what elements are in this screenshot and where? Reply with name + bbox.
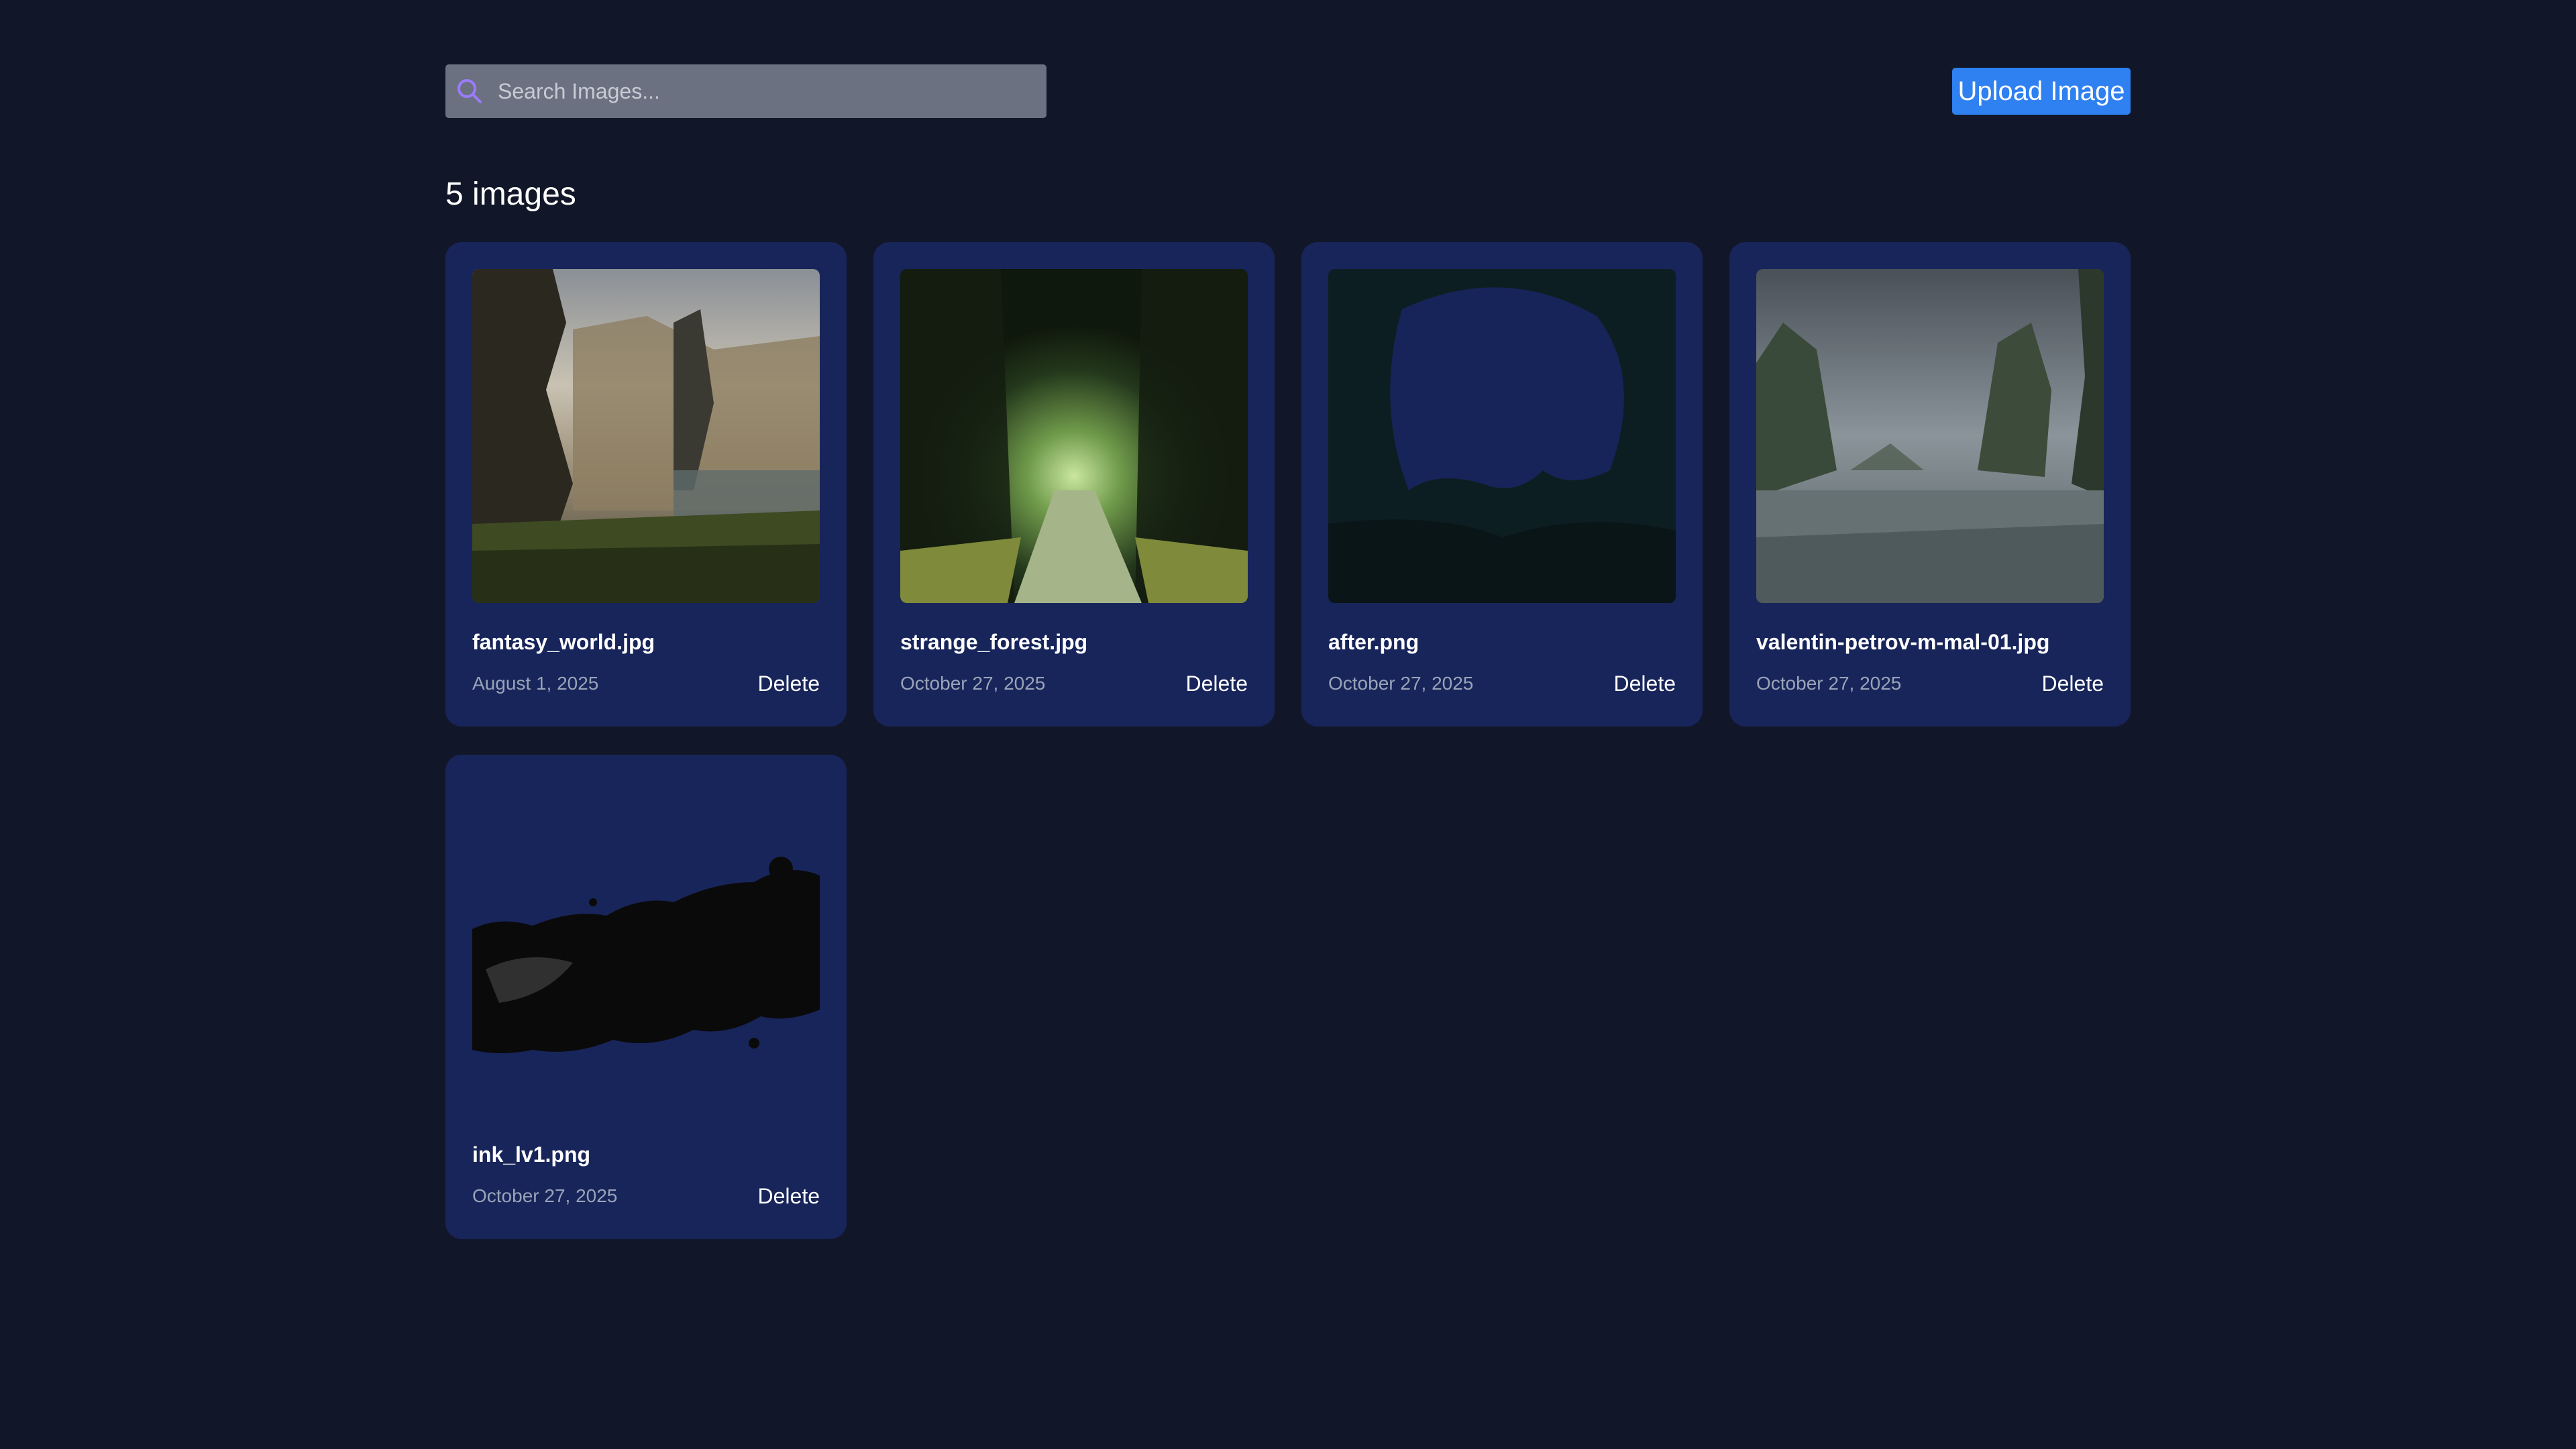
delete-button[interactable]: Delete [1186,670,1248,697]
forest-path-thumbnail [900,269,1248,603]
image-card[interactable]: strange_forest.jpg October 27, 2025 Dele… [873,242,1275,727]
fantasy-landscape-thumbnail [472,269,820,603]
cliffs-lake-thumbnail [1756,269,2104,603]
image-thumbnail[interactable] [1756,269,2104,603]
image-thumbnail[interactable] [1328,269,1676,603]
image-date: October 27, 2025 [472,1185,618,1206]
delete-button[interactable]: Delete [758,1183,820,1210]
image-filename: strange_forest.jpg [900,630,1088,654]
image-date: October 27, 2025 [900,673,1046,694]
image-filename: fantasy_world.jpg [472,630,655,654]
image-thumbnail[interactable] [900,269,1248,603]
image-filename: ink_lv1.png [472,1142,591,1167]
image-card[interactable]: valentin-petrov-m-mal-01.jpg October 27,… [1729,242,2131,727]
delete-button[interactable]: Delete [2042,670,2104,697]
tree-silhouette-thumbnail [1328,269,1676,603]
delete-button[interactable]: Delete [758,670,820,697]
image-thumbnail[interactable] [472,269,820,603]
image-filename: valentin-petrov-m-mal-01.jpg [1756,630,2050,654]
search-input[interactable] [498,64,1028,118]
image-thumbnail[interactable] [472,782,820,1116]
search-icon [458,79,482,103]
delete-button[interactable]: Delete [1614,670,1676,697]
image-date: October 27, 2025 [1328,673,1474,694]
image-filename: after.png [1328,630,1419,654]
image-date: August 1, 2025 [472,673,599,694]
search-bar[interactable] [445,64,1046,118]
upload-image-button[interactable]: Upload Image [1952,68,2131,115]
image-card[interactable]: fantasy_world.jpg August 1, 2025 Delete [445,242,847,727]
image-card[interactable]: ink_lv1.png October 27, 2025 Delete [445,755,847,1239]
image-count: 5 images [445,176,576,212]
ink-splash-thumbnail [472,782,820,1116]
image-card[interactable]: after.png October 27, 2025 Delete [1301,242,1703,727]
image-date: October 27, 2025 [1756,673,1902,694]
